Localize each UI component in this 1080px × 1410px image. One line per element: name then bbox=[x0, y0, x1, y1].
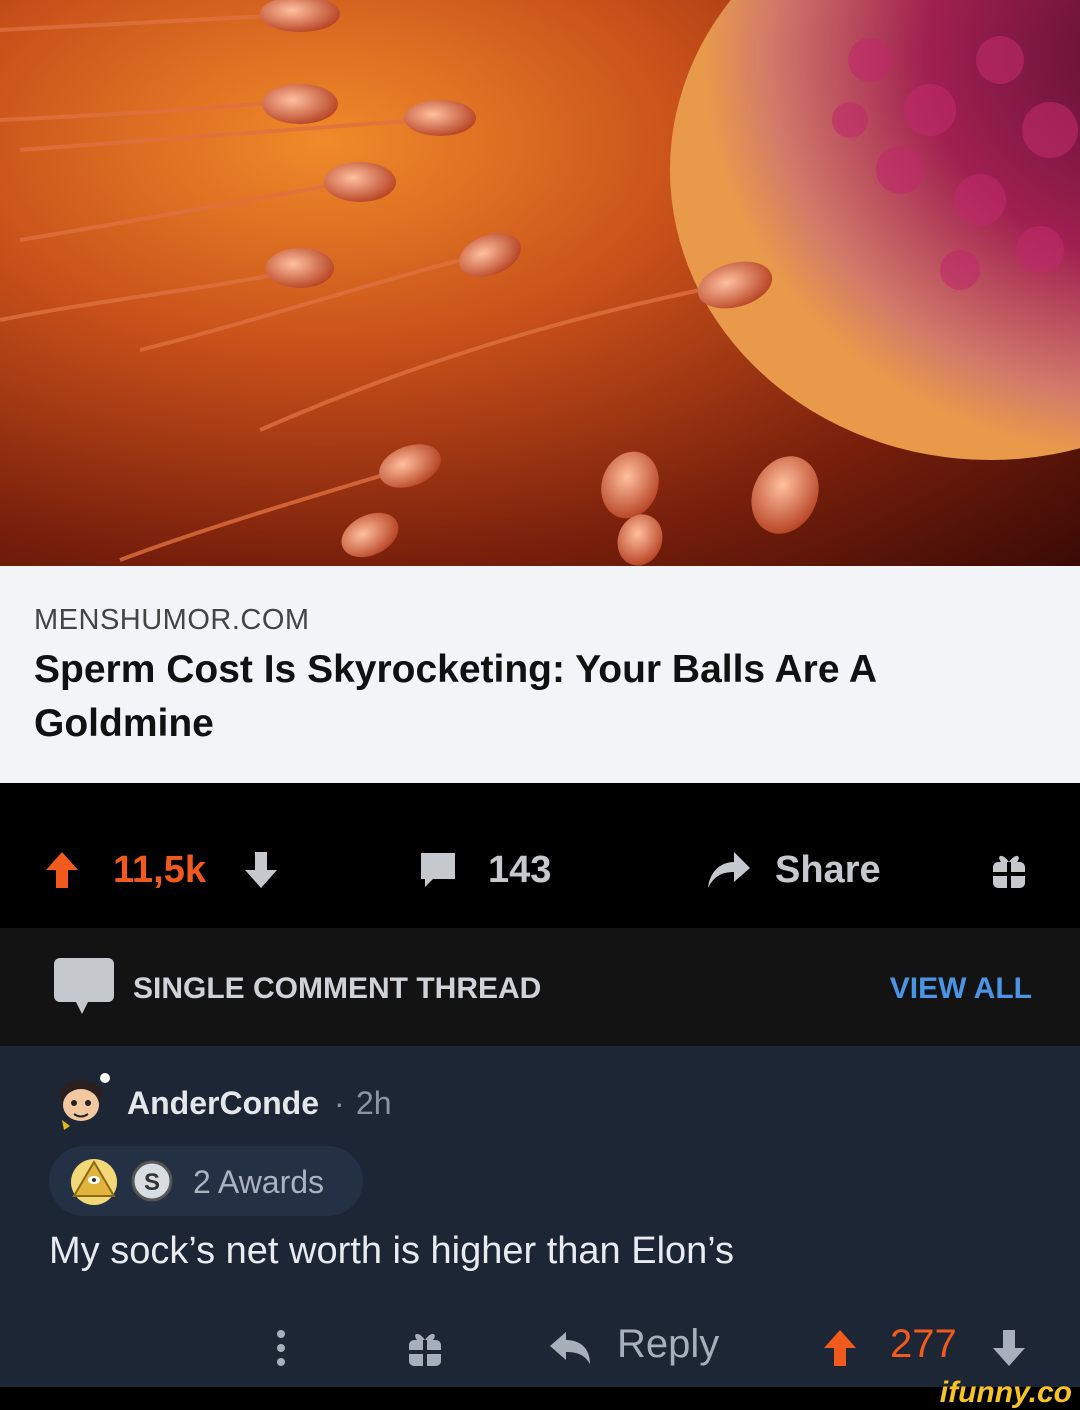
view-all-link[interactable]: VIEW ALL bbox=[890, 972, 1032, 1006]
link-domain: MENSHUMOR.COM bbox=[34, 604, 310, 636]
award-button[interactable] bbox=[990, 843, 1028, 897]
comment-count: 143 bbox=[488, 848, 552, 891]
comment-body: My sock’s net worth is higher than Elon’… bbox=[49, 1230, 735, 1272]
post-score: 11,5k bbox=[113, 848, 206, 891]
comment-bubble-icon bbox=[421, 853, 455, 887]
share-arrow-icon bbox=[708, 852, 750, 888]
link-headline[interactable]: Sperm Cost Is Skyrocketing: Your Balls A… bbox=[34, 643, 1034, 751]
avatar[interactable] bbox=[50, 1070, 112, 1132]
reply-button[interactable]: Reply bbox=[617, 1322, 719, 1367]
post-thumbnail-image[interactable] bbox=[0, 0, 1080, 566]
reply-arrow-icon[interactable] bbox=[548, 1330, 592, 1366]
share-label[interactable]: Share bbox=[775, 843, 881, 897]
comment-username[interactable]: AnderConde bbox=[127, 1085, 319, 1122]
comment-thread-icon bbox=[54, 958, 114, 1014]
upvote-arrow-icon bbox=[46, 852, 78, 888]
award-silver-letter: S bbox=[144, 1169, 160, 1196]
award-silver-icon: S bbox=[131, 1160, 173, 1202]
upvote-button[interactable] bbox=[44, 843, 80, 897]
ifunny-watermark: ifunny.co bbox=[939, 1376, 1072, 1409]
sperm-egg-illustration bbox=[0, 0, 1080, 566]
award-pyramid-icon bbox=[71, 1159, 117, 1205]
bottom-strip bbox=[0, 1387, 1080, 1407]
comment-downvote-icon[interactable] bbox=[989, 1328, 1029, 1368]
share-button[interactable] bbox=[704, 843, 752, 897]
meta-separator: · bbox=[334, 1085, 345, 1121]
more-options-icon[interactable] bbox=[275, 1328, 287, 1368]
downvote-button[interactable] bbox=[243, 843, 279, 897]
awards-count: 2 Awards bbox=[193, 1164, 325, 1200]
gift-icon bbox=[993, 855, 1025, 888]
comment-score: 277 bbox=[890, 1322, 957, 1366]
thread-title: SINGLE COMMENT THREAD bbox=[133, 972, 542, 1005]
downvote-arrow-icon bbox=[245, 852, 277, 888]
comment-gift-icon[interactable] bbox=[406, 1328, 444, 1368]
comment-upvote-icon[interactable] bbox=[820, 1328, 860, 1368]
comment-age: 2h bbox=[356, 1085, 392, 1121]
comments-button[interactable] bbox=[417, 843, 459, 897]
